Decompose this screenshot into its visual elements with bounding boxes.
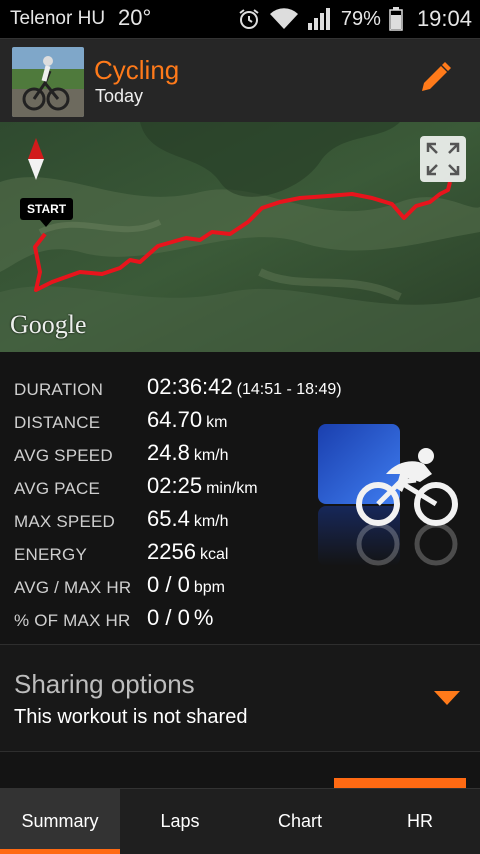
fullscreen-button[interactable] [420, 136, 466, 182]
content-filler [0, 752, 480, 788]
avg-speed-value: 24.8 [147, 440, 190, 465]
stat-value: 0 / 0 bpm [147, 572, 225, 598]
stat-unit: % [193, 605, 214, 630]
stat-value: 02:25 min/km [147, 473, 258, 499]
stat-unit: kcal [199, 546, 229, 563]
stat-row-duration: DURATION 02:36:42 (14:51 - 18:49) [14, 374, 474, 404]
max-hr-pct-value: 0 / 0 [147, 605, 190, 630]
activity-title: Cycling [94, 55, 180, 85]
summary-stats: DURATION 02:36:42 (14:51 - 18:49) DISTANC… [0, 352, 480, 644]
stat-label: % OF MAX HR [14, 611, 131, 630]
expand-icon [426, 142, 460, 176]
stat-value: 64.70 km [147, 407, 227, 433]
tab-laps[interactable]: Laps [120, 789, 240, 854]
duration-value: 02:36:42 [147, 374, 233, 399]
battery-icon [389, 7, 403, 31]
stat-value: 2256 kcal [147, 539, 228, 565]
cycling-sport-icon [318, 424, 458, 566]
duration-range: (14:51 - 18:49) [236, 381, 342, 398]
battery-percent: 79% [340, 7, 381, 30]
avg-pace-value: 02:25 [147, 473, 203, 498]
energy-value: 2256 [147, 539, 196, 564]
status-icons: 79% 19:04 [237, 6, 472, 32]
status-bar: Telenor HU 20° 79% 19:04 [0, 0, 480, 38]
start-marker: START [20, 198, 74, 227]
carrier-name: Telenor HU [10, 8, 106, 29]
stat-value: 65.4 km/h [147, 506, 229, 532]
pencil-icon[interactable] [414, 59, 454, 99]
bottom-tabs: Summary Laps Chart HR [0, 788, 480, 854]
stat-unit: km/h [193, 513, 229, 530]
stat-row-max-hr-pct: % OF MAX HR 0 / 0% [14, 605, 474, 635]
distance-value: 64.70 [147, 407, 203, 432]
stat-unit: km/h [193, 447, 229, 464]
stat-value: 0 / 0% [147, 605, 213, 631]
signal-icon [307, 8, 330, 30]
stat-unit: min/km [206, 480, 258, 497]
route-map[interactable]: START Google [0, 122, 480, 352]
stat-row-hr: AVG / MAX HR 0 / 0 bpm [14, 572, 474, 602]
tab-summary[interactable]: Summary [0, 789, 120, 854]
accent-bar [334, 778, 466, 788]
map-attribution: Google [10, 310, 87, 339]
hr-value: 0 / 0 [147, 572, 190, 597]
wifi-icon [269, 8, 298, 30]
stat-label: AVG SPEED [14, 446, 113, 465]
sharing-options[interactable]: Sharing options This workout is not shar… [0, 644, 480, 752]
stat-label: DISTANCE [14, 413, 101, 432]
stat-label: MAX SPEED [14, 512, 115, 531]
compass-icon [28, 138, 44, 180]
clock: 19:04 [416, 6, 472, 31]
stat-label: AVG / MAX HR [14, 578, 132, 597]
temperature: 20° [118, 5, 152, 30]
sharing-heading: Sharing options [14, 669, 195, 699]
stat-unit: bpm [193, 579, 225, 596]
chevron-down-icon[interactable] [434, 691, 460, 705]
activity-photo[interactable] [12, 47, 84, 117]
stat-label: DURATION [14, 380, 104, 399]
activity-header: Cycling Today [0, 38, 480, 122]
activity-date: Today [95, 86, 144, 106]
stat-label: AVG PACE [14, 479, 100, 498]
tab-chart[interactable]: Chart [240, 789, 360, 854]
stat-value: 02:36:42 (14:51 - 18:49) [147, 374, 342, 400]
tab-hr[interactable]: HR [360, 789, 480, 854]
stat-value: 24.8 km/h [147, 440, 229, 466]
sharing-status: This workout is not shared [14, 706, 248, 728]
stat-label: ENERGY [14, 545, 87, 564]
alarm-icon [239, 9, 259, 29]
max-speed-value: 65.4 [147, 506, 190, 531]
stat-unit: km [206, 414, 228, 431]
